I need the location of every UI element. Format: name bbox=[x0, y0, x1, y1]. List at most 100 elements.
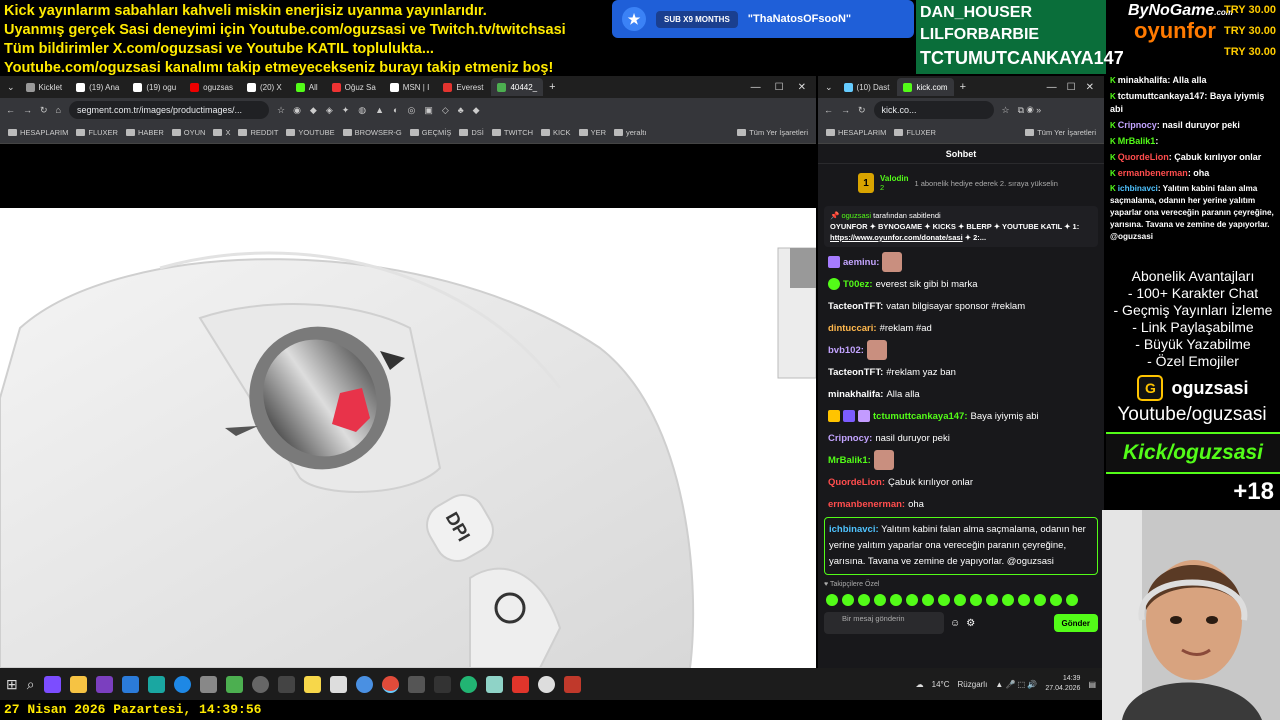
emote-icon[interactable] bbox=[986, 594, 998, 606]
app-icon[interactable] bbox=[225, 675, 243, 693]
bookmark-item[interactable]: FLUXER bbox=[76, 128, 118, 137]
all-bookmarks[interactable]: Tüm Yer İşaretleri bbox=[1025, 128, 1096, 137]
bookmark-item[interactable]: OYUN bbox=[171, 128, 205, 137]
notification-icon[interactable]: ▤ bbox=[1088, 680, 1096, 689]
bookmark-item[interactable]: YER bbox=[578, 128, 606, 137]
bookmark-item[interactable]: X bbox=[213, 128, 230, 137]
browser-tab[interactable]: Kicklet bbox=[20, 78, 69, 96]
bookmark-item[interactable]: HESAPLARIM bbox=[826, 128, 886, 137]
bookmark-item[interactable]: TWITCH bbox=[491, 128, 533, 137]
app-icon[interactable] bbox=[355, 675, 373, 693]
chat-username[interactable]: aeminu: bbox=[843, 257, 879, 268]
url-input[interactable]: segment.com.tr/images/productimages/... bbox=[68, 101, 269, 119]
home-icon[interactable]: ⌂ bbox=[56, 105, 61, 115]
app-icon[interactable] bbox=[459, 675, 477, 693]
extensions-icon[interactable]: ◉◆◈✦◍▲◐◎▣◇♣◆ bbox=[293, 105, 489, 116]
app-icon[interactable] bbox=[537, 675, 555, 693]
browser-tab-active[interactable]: 40442_ bbox=[491, 78, 544, 96]
app-icon[interactable] bbox=[485, 675, 503, 693]
emoji-icon[interactable]: ☺ bbox=[950, 618, 960, 629]
app-icon[interactable] bbox=[147, 675, 165, 693]
bookmark-item[interactable]: REDDIT bbox=[238, 128, 278, 137]
browser-tab[interactable]: Everest bbox=[437, 78, 489, 96]
notes-icon[interactable] bbox=[303, 675, 321, 693]
settings-icon[interactable]: ⚙ bbox=[966, 618, 975, 629]
app-icon[interactable] bbox=[329, 675, 347, 693]
bookmark-star-icon[interactable]: ☆ bbox=[277, 105, 285, 116]
emote-icon[interactable] bbox=[890, 594, 902, 606]
emote-icon[interactable] bbox=[1066, 594, 1078, 606]
chat-username[interactable]: ichbinavci: bbox=[829, 524, 879, 535]
emote-icon[interactable] bbox=[1034, 594, 1046, 606]
close-icon[interactable]: ✕ bbox=[798, 82, 806, 93]
bookmark-star-icon[interactable]: ☆ bbox=[1002, 105, 1010, 116]
app-icon[interactable] bbox=[251, 675, 269, 693]
chat-username[interactable]: MrBalik1: bbox=[828, 455, 871, 466]
url-input[interactable]: kick.co... bbox=[873, 101, 994, 119]
chat-username[interactable]: TacteonTFT: bbox=[828, 367, 883, 378]
forward-icon[interactable]: → bbox=[841, 105, 850, 115]
app-icon[interactable] bbox=[407, 675, 425, 693]
chat-username[interactable]: QuordeLion: bbox=[828, 477, 885, 488]
bookmark-item[interactable]: KICK bbox=[541, 128, 571, 137]
tab-search-icon[interactable]: ⌄ bbox=[4, 82, 18, 93]
emote-icon[interactable] bbox=[1050, 594, 1062, 606]
start-button-icon[interactable]: ⊞ bbox=[6, 676, 18, 693]
browser-tab-active[interactable]: kick.com bbox=[897, 78, 954, 96]
forward-icon[interactable]: → bbox=[23, 105, 32, 115]
clock[interactable]: 14:39 27.04.2026 bbox=[1045, 674, 1080, 694]
browser-tab[interactable]: oguzsas bbox=[184, 78, 239, 96]
pinned-link[interactable]: https://www.oyunfor.com/donate/sasi bbox=[830, 233, 963, 242]
emote-icon[interactable] bbox=[858, 594, 870, 606]
chat-message-input[interactable]: Bir mesaj gönderin bbox=[824, 612, 944, 634]
browser-tab[interactable]: All bbox=[290, 78, 324, 96]
tab-search-icon[interactable]: ⌄ bbox=[822, 82, 836, 93]
back-icon[interactable]: ← bbox=[6, 105, 15, 115]
bookmark-item[interactable]: yeraltı bbox=[613, 128, 646, 137]
emote-icon[interactable] bbox=[826, 594, 838, 606]
chat-username[interactable]: bvb102: bbox=[828, 345, 864, 356]
chat-username[interactable]: tctumuttcankaya147: bbox=[873, 411, 968, 422]
app-icon[interactable] bbox=[563, 675, 581, 693]
file-explorer-icon[interactable] bbox=[69, 675, 87, 693]
bookmark-item[interactable]: FLUXER bbox=[894, 128, 936, 137]
send-button[interactable]: Gönder bbox=[1053, 614, 1098, 632]
chat-username[interactable]: T00ez: bbox=[843, 279, 873, 290]
all-bookmarks[interactable]: Tüm Yer İşaretleri bbox=[737, 128, 808, 137]
emote-icon[interactable] bbox=[1018, 594, 1030, 606]
emote-icon[interactable] bbox=[874, 594, 886, 606]
bookmark-item[interactable]: BROWSER-G bbox=[342, 128, 402, 137]
chat-username[interactable]: TacteonTFT: bbox=[828, 301, 883, 312]
app-icon[interactable] bbox=[121, 675, 139, 693]
back-icon[interactable]: ← bbox=[824, 105, 833, 115]
browser-tab[interactable]: Oğuz Sa bbox=[326, 78, 382, 96]
bookmark-item[interactable]: HESAPLARIM bbox=[8, 128, 68, 137]
emote-icon[interactable] bbox=[906, 594, 918, 606]
emote-icon[interactable] bbox=[1002, 594, 1014, 606]
reload-icon[interactable]: ↻ bbox=[858, 105, 866, 116]
app-icon[interactable] bbox=[433, 675, 451, 693]
maximize-icon[interactable]: ☐ bbox=[1067, 82, 1076, 93]
weather-desc[interactable]: Rüzgarlı bbox=[958, 680, 988, 689]
tray-icons[interactable]: ▲ 🎤 ⬚ 🔊 bbox=[995, 680, 1037, 689]
chat-username[interactable]: minakhalifa: bbox=[828, 389, 883, 400]
emote-icon[interactable] bbox=[922, 594, 934, 606]
browser-tab[interactable]: (19) ogu bbox=[127, 78, 182, 96]
bookmark-item[interactable]: GEÇMİŞ bbox=[409, 128, 451, 137]
emote-icon[interactable] bbox=[954, 594, 966, 606]
chrome-icon[interactable] bbox=[381, 675, 399, 693]
app-icon[interactable] bbox=[277, 675, 295, 693]
pin-icon[interactable]: 📌 bbox=[830, 211, 839, 220]
emote-icon[interactable] bbox=[938, 594, 950, 606]
new-tab-button[interactable]: + bbox=[545, 81, 559, 93]
camera-icon[interactable] bbox=[199, 675, 217, 693]
browser-tab[interactable]: (19) Ana bbox=[70, 78, 125, 96]
edge-icon[interactable] bbox=[173, 675, 191, 693]
search-icon[interactable]: ⌕ bbox=[27, 676, 35, 693]
minimize-icon[interactable]: — bbox=[751, 82, 761, 93]
vivaldi-icon[interactable] bbox=[511, 675, 529, 693]
app-icon[interactable] bbox=[43, 675, 61, 693]
bookmark-item[interactable]: YOUTUBE bbox=[286, 128, 335, 137]
close-icon[interactable]: ✕ bbox=[1086, 82, 1094, 93]
onenote-icon[interactable] bbox=[95, 675, 113, 693]
